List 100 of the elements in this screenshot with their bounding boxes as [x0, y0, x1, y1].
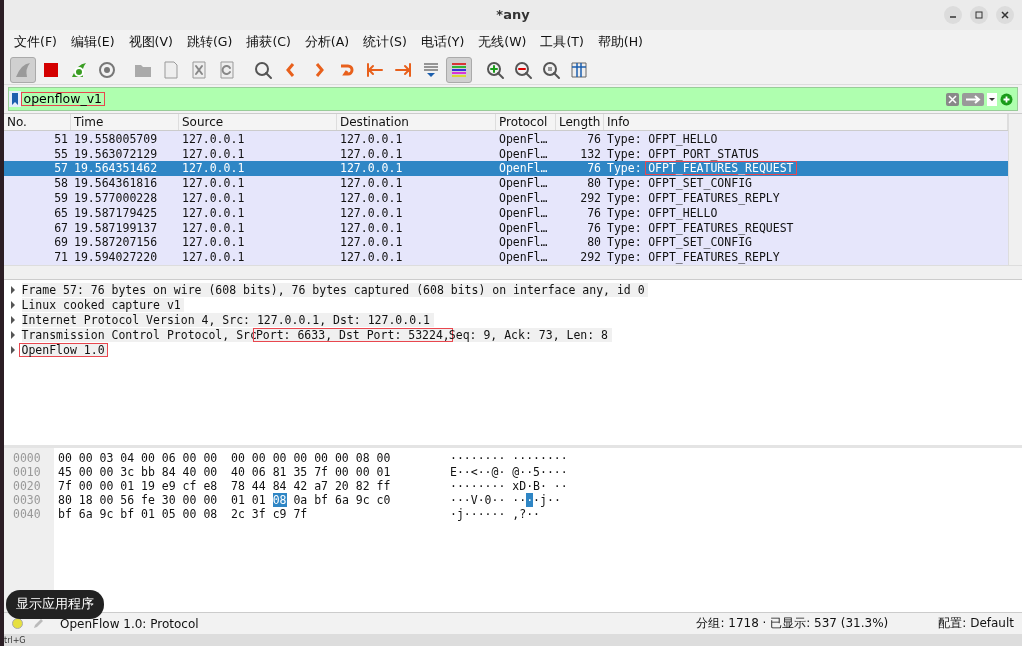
protocol-name: OpenFl… — [498, 235, 549, 250]
protocol-name: OpenFl… — [498, 250, 549, 265]
file-icon — [161, 59, 181, 80]
toolbar-button[interactable] — [446, 56, 472, 83]
destination-address: 127.0.0.1 — [339, 220, 404, 235]
source-address: 127.0.0.1 — [181, 161, 246, 176]
hex-bytes: 45 00 00 3c bb 84 40 00 40 06 81 35 7f 00 00 01 — [58, 465, 392, 480]
maximize-icon — [975, 11, 983, 19]
column-header[interactable]: Length — [556, 114, 604, 131]
packet-length: 76 — [586, 220, 602, 235]
maximize-button[interactable] — [970, 6, 988, 24]
packet-time: 19.587179425 — [73, 205, 159, 220]
menu-item[interactable]: 帮助(H) — [595, 33, 645, 51]
expand-arrow-icon[interactable] — [10, 315, 16, 324]
menu-item[interactable]: 工具(T) — [538, 33, 586, 51]
info-label: Type: — [607, 176, 642, 191]
column-header[interactable]: Protocol — [496, 114, 556, 131]
ascii-text: ·j······ ,?·· — [450, 507, 540, 522]
hex-bytes: 80 18 00 56 fe 30 00 00 01 01 08 0a bf 6a 9c c0 — [58, 493, 392, 508]
info-label: Type: — [607, 161, 642, 176]
status-text: OpenFlow 1.0: Protocol — [59, 616, 200, 631]
ascii-text: ···V·0·· ····j·· — [450, 493, 561, 508]
menu-item[interactable]: 电话(Y) — [418, 33, 467, 51]
menu-item[interactable]: 捕获(C) — [244, 33, 293, 51]
reload-icon — [217, 59, 237, 80]
menu-item[interactable]: 跳转(G) — [184, 33, 235, 51]
packet-number: 51 — [53, 131, 69, 146]
packet-time: 19.564361816 — [73, 176, 159, 191]
destination-address: 127.0.0.1 — [339, 250, 404, 265]
packet-info: OFPT_FEATURES_REPLY — [648, 250, 780, 265]
menu-item[interactable]: 分析(A) — [302, 33, 352, 51]
expand-arrow-icon[interactable] — [10, 300, 16, 309]
pencil-icon[interactable] — [33, 618, 44, 630]
packet-length: 292 — [579, 250, 602, 265]
protocol-name: OpenFl… — [498, 205, 549, 220]
hex-bytes: 7f 00 00 01 19 e9 cf e8 78 44 84 42 a7 20 82 ff — [58, 479, 392, 494]
packet-number: 69 — [53, 235, 69, 250]
hex-offset: 0040 — [12, 507, 42, 522]
horizontal-scrollbar[interactable] — [4, 265, 1022, 280]
dropdown-caret-icon[interactable] — [987, 92, 997, 106]
shortcut-text: trl+G — [4, 635, 26, 645]
info-label: Type: — [607, 220, 642, 235]
column-header[interactable]: No. — [4, 114, 71, 131]
column-header[interactable]: Destination — [337, 114, 496, 131]
packet-info: OFPT_FEATURES_REQUEST — [648, 161, 794, 176]
close-button[interactable] — [996, 6, 1014, 24]
packet-number: 65 — [53, 205, 69, 220]
add-icon[interactable] — [1000, 92, 1013, 106]
expand-arrow-icon[interactable] — [10, 345, 16, 354]
destination-address: 127.0.0.1 — [339, 205, 404, 220]
packet-time: 19.594027220 — [73, 250, 159, 265]
expand-arrow-icon[interactable] — [10, 330, 16, 339]
packet-row[interactable]: 55 19.563072129 127.0.0.1 127.0.0.1 OpenFl… 132 Type: OFPT_PORT_STATUS — [4, 146, 1008, 161]
source-address: 127.0.0.1 — [181, 205, 246, 220]
display-filter-field[interactable]: openflow_v1 — [8, 87, 1018, 112]
destination-address: 127.0.0.1 — [339, 176, 404, 191]
source-address: 127.0.0.1 — [181, 146, 246, 161]
packet-row[interactable]: 65 19.587179425 127.0.0.1 127.0.0.1 OpenFl… 76 Type: OFPT_HELLO — [4, 205, 1008, 221]
ascii-text: E··<··@· @··5···· — [450, 465, 568, 480]
menu-item[interactable]: 视图(V) — [126, 33, 175, 51]
menu-item[interactable]: 统计(S) — [361, 33, 409, 51]
ascii-text: ········ xD·B· ·· — [450, 479, 568, 494]
packet-length: 292 — [579, 190, 602, 205]
packet-time: 19.558005709 — [73, 131, 159, 146]
info-label: Type: — [607, 235, 642, 250]
packet-time: 19.564351462 — [73, 161, 159, 176]
source-address: 127.0.0.1 — [181, 176, 246, 191]
packet-length: 80 — [586, 176, 602, 191]
packet-time: 19.587207156 — [73, 235, 159, 250]
destination-address: 127.0.0.1 — [339, 131, 404, 146]
destination-address: 127.0.0.1 — [339, 190, 404, 205]
source-address: 127.0.0.1 — [181, 190, 246, 205]
destination-address: 127.0.0.1 — [339, 146, 404, 161]
filter-text: openflow_v1 — [23, 91, 103, 107]
packet-row[interactable]: 51 19.558005709 127.0.0.1 127.0.0.1 OpenFl… 76 Type: OFPT_HELLO — [4, 131, 1008, 147]
expand-arrow-icon[interactable] — [10, 285, 16, 294]
column-header[interactable]: Time — [71, 114, 179, 131]
destination-address: 127.0.0.1 — [339, 235, 404, 250]
menu-item[interactable]: 无线(W) — [476, 33, 529, 51]
clear-icon[interactable] — [946, 92, 959, 106]
menu-item[interactable]: 编辑(E) — [68, 33, 117, 51]
packet-row[interactable]: 67 19.587199137 127.0.0.1 127.0.0.1 OpenFl… 76 Type: OFPT_FEATURES_REQUEST — [4, 220, 1008, 235]
packet-number: 71 — [53, 250, 69, 265]
menu-item[interactable]: 文件(F) — [12, 33, 59, 51]
minimize-button[interactable] — [944, 6, 962, 24]
packet-info: OFPT_PORT_STATUS — [648, 146, 759, 161]
packet-number: 58 — [53, 176, 69, 191]
packet-time: 19.587199137 — [73, 220, 159, 235]
packet-info: OFPT_FEATURES_REPLY — [648, 190, 780, 205]
protocol-name: OpenFl… — [498, 190, 549, 205]
bookmark-icon[interactable] — [9, 91, 21, 108]
search-icon — [253, 59, 273, 80]
profile-label[interactable]: 配置: Default — [898, 615, 1022, 633]
scrollbar[interactable] — [1008, 114, 1022, 266]
column-header[interactable]: Source — [179, 114, 337, 131]
packet-length: 76 — [586, 161, 602, 176]
packet-number: 55 — [53, 146, 69, 161]
resize-columns-icon — [569, 59, 589, 80]
packet-length: 76 — [586, 131, 602, 146]
info-label: Type: — [607, 205, 642, 220]
